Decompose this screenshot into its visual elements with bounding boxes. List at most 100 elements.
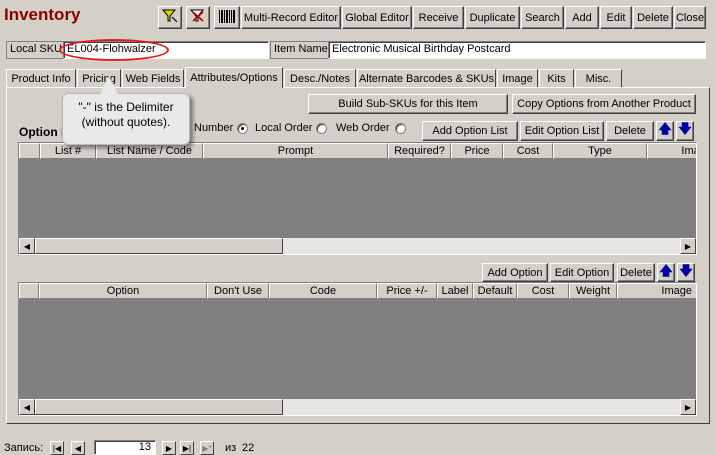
duplicate-button[interactable]: Duplicate — [465, 6, 520, 29]
first-record-icon: |◀ — [52, 443, 62, 453]
column-header: Type — [553, 143, 647, 159]
column-header: Price +/- — [377, 283, 437, 299]
global-editor-button[interactable]: Global Editor — [342, 6, 412, 29]
record-nav-label: Запись: — [4, 442, 44, 454]
previous-record-icon: ◀ — [74, 443, 82, 453]
move-down-button[interactable]: 🡇 — [676, 121, 694, 141]
column-header: List # — [40, 143, 96, 159]
web-order-radio[interactable] — [395, 123, 406, 134]
tab-misc[interactable]: Misc. — [575, 69, 622, 87]
number-radio[interactable] — [237, 123, 248, 134]
column-header: Cost — [503, 143, 553, 159]
web-order-radio-label: Web Order — [336, 122, 390, 134]
column-header: Default — [473, 283, 517, 299]
last-record-button[interactable]: ▶| — [180, 441, 194, 455]
barcode-button[interactable] — [214, 6, 240, 29]
option-grid[interactable]: Option Don't Use Code Price +/- Label De… — [18, 282, 697, 416]
filter-button[interactable] — [158, 6, 182, 29]
scrollbar-thumb[interactable] — [35, 238, 283, 254]
option-move-up-button[interactable]: 🡅 — [657, 263, 675, 282]
scroll-right-icon[interactable]: ▶ — [680, 399, 696, 415]
tab-image[interactable]: Image — [497, 69, 538, 87]
next-record-button[interactable]: ▶ — [162, 441, 176, 455]
item-name-field[interactable]: Electronic Musical Birthday Postcard — [328, 41, 706, 59]
delete-option-button[interactable]: Delete — [617, 263, 655, 282]
new-record-icon: ▶* — [202, 443, 212, 453]
add-option-button[interactable]: Add Option — [482, 263, 548, 282]
column-header: Image — [647, 143, 696, 159]
scroll-left-icon[interactable]: ◀ — [19, 399, 35, 415]
tab-kits[interactable]: Kits — [539, 69, 574, 87]
column-header: Label — [437, 283, 473, 299]
arrow-up-icon: 🡅 — [658, 121, 672, 136]
highlight-ellipse — [59, 39, 169, 61]
record-of-label: из — [225, 442, 237, 454]
column-header: Prompt — [203, 143, 388, 159]
search-button[interactable]: Search — [521, 6, 564, 29]
column-header: Code — [269, 283, 377, 299]
delete-option-list-button[interactable]: Delete — [606, 121, 654, 141]
column-header: Don't Use — [207, 283, 269, 299]
record-total: 22 — [242, 442, 255, 454]
arrow-down-icon: 🡇 — [679, 262, 693, 278]
scroll-right-icon[interactable]: ▶ — [680, 238, 696, 254]
last-record-icon: ▶| — [182, 443, 192, 453]
receive-button[interactable]: Receive — [413, 6, 464, 29]
edit-option-button[interactable]: Edit Option — [550, 263, 614, 282]
copy-options-button[interactable]: Copy Options from Another Product — [512, 94, 696, 114]
horizontal-scrollbar[interactable]: ◀ ▶ — [19, 399, 696, 415]
local-sku-label: Local SKU — [6, 41, 66, 59]
scrollbar-thumb[interactable] — [35, 399, 283, 415]
delete-button[interactable]: Delete — [633, 6, 673, 29]
barcode-icon — [218, 9, 236, 27]
remove-filter-button[interactable] — [186, 6, 210, 29]
next-record-icon: ▶ — [165, 443, 173, 453]
arrow-down-icon: 🡇 — [678, 121, 692, 136]
close-button[interactable]: Close — [674, 6, 706, 29]
add-button[interactable]: Add — [565, 6, 599, 29]
tab-attributes-options[interactable]: Attributes/Options — [185, 67, 283, 88]
column-header: Cost — [517, 283, 569, 299]
column-header — [19, 283, 39, 299]
previous-record-button[interactable]: ◀ — [71, 441, 85, 455]
callout-line: "-" is the Delimiter — [78, 100, 174, 114]
filter-icon — [161, 9, 178, 26]
window-title: Inventory — [4, 5, 81, 24]
edit-option-list-button[interactable]: Edit Option List — [520, 121, 604, 141]
local-order-radio[interactable] — [316, 123, 327, 134]
build-sub-skus-button[interactable]: Build Sub-SKUs for this Item — [308, 94, 508, 114]
option-move-down-button[interactable]: 🡇 — [677, 263, 695, 282]
remove-filter-icon — [189, 9, 206, 26]
delimiter-callout: "-" is the Delimiter (without quotes). — [62, 93, 190, 145]
first-record-button[interactable]: |◀ — [50, 441, 64, 455]
edit-button[interactable]: Edit — [600, 6, 632, 29]
tab-web-fields[interactable]: Web Fields — [122, 69, 184, 87]
move-up-button[interactable]: 🡅 — [656, 121, 674, 141]
item-name-label: Item Name — [270, 41, 332, 59]
horizontal-scrollbar[interactable]: ◀ ▶ — [19, 238, 696, 254]
option-grid-header: Option Don't Use Code Price +/- Label De… — [19, 283, 696, 299]
tab-product-info[interactable]: Product Info — [6, 69, 76, 87]
new-record-button[interactable]: ▶* — [200, 441, 214, 455]
column-header: Required? — [388, 143, 451, 159]
arrow-up-icon: 🡅 — [659, 262, 673, 278]
option-list-grid[interactable]: List # List Name / Code Prompt Required?… — [18, 142, 697, 255]
local-order-radio-label: Local Order — [255, 122, 313, 134]
tab-alternate-barcodes[interactable]: Alternate Barcodes & SKUs — [357, 69, 496, 87]
multi-record-editor-button[interactable]: Multi-Record Editor — [241, 6, 341, 29]
record-number-field[interactable]: 13 — [94, 440, 156, 455]
column-header: Weight — [569, 283, 617, 299]
number-radio-label: Number — [194, 122, 234, 134]
callout-line: (without quotes). — [81, 115, 171, 129]
callout-tail — [100, 76, 118, 94]
option-list-header: List # List Name / Code Prompt Required?… — [19, 143, 696, 159]
column-header — [19, 143, 40, 159]
tab-desc-notes[interactable]: Desc./Notes — [284, 69, 356, 87]
add-option-list-button[interactable]: Add Option List — [422, 121, 518, 141]
column-header: Price — [451, 143, 503, 159]
column-header: List Name / Code — [96, 143, 203, 159]
column-header: Option — [39, 283, 207, 299]
option-list-label: Option L — [19, 125, 69, 139]
column-header: Image — [617, 283, 696, 299]
scroll-left-icon[interactable]: ◀ — [19, 238, 35, 254]
